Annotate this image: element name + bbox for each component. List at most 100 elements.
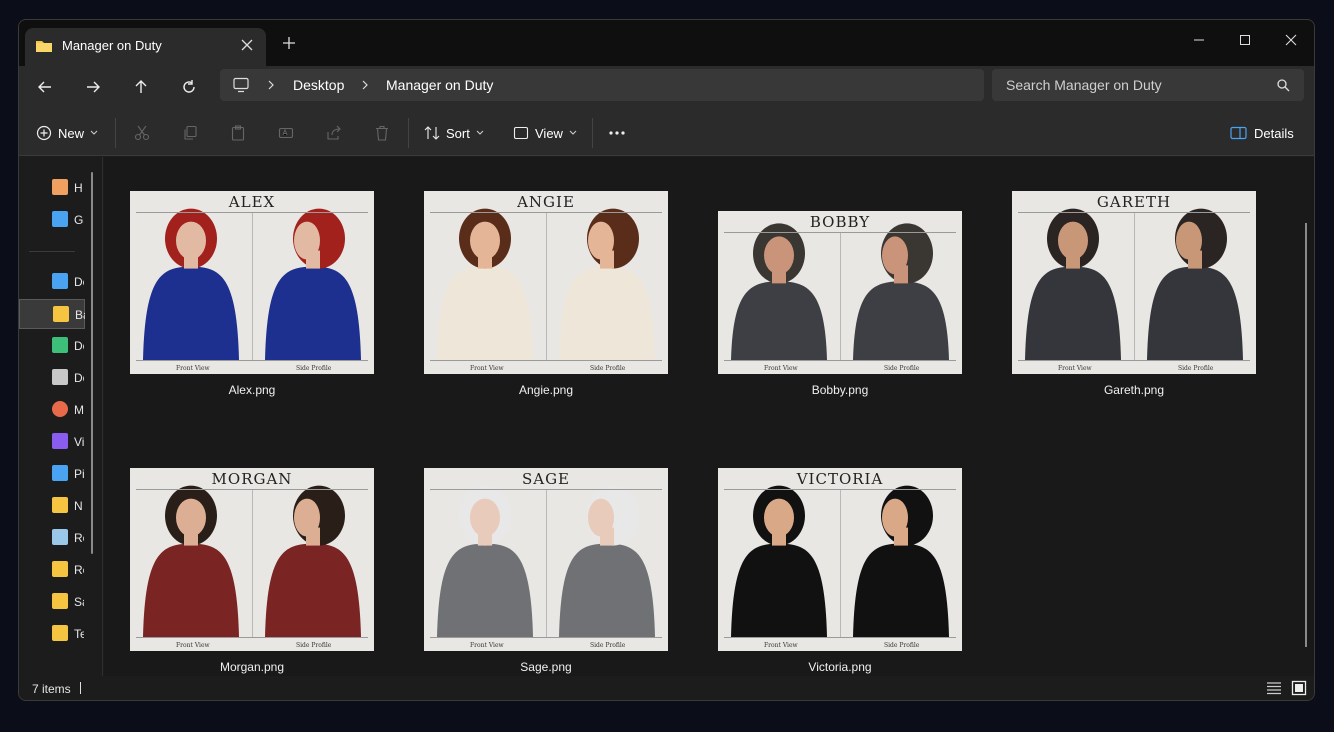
sidebar-item-label: Te (74, 627, 84, 641)
rename-icon (278, 127, 294, 139)
refresh-icon (183, 80, 195, 93)
thumbnail-title: SAGE (521, 470, 571, 488)
folder-icon (52, 625, 68, 641)
minimize-button[interactable] (1176, 25, 1222, 55)
side-profile-caption: Side Profile (590, 365, 626, 372)
forward-button[interactable] (78, 72, 108, 102)
file-thumbnail[interactable]: ALEX Front View Side Profile (130, 191, 374, 374)
sidebar-item[interactable]: H (19, 173, 85, 203)
toolbar-divider (592, 118, 593, 148)
more-options-button[interactable] (608, 122, 626, 144)
breadcrumb-manager-on-duty[interactable]: Manager on Duty (386, 77, 493, 93)
sidebar-item-label: Vi (74, 435, 84, 449)
sidebar-item[interactable]: Re (19, 523, 85, 553)
file-thumbnail[interactable]: BOBBY Front View Side Profile (718, 211, 962, 374)
panel-divider (840, 233, 841, 360)
caption-rule (136, 360, 368, 361)
content-scrollbar[interactable] (1305, 223, 1307, 647)
sidebar-item[interactable]: Vi (19, 427, 85, 457)
view-label: View (535, 125, 563, 141)
close-window-button[interactable] (1268, 25, 1314, 55)
file-name[interactable]: Sage.png (424, 660, 668, 674)
navigation-bar: Desktop Manager on Duty Search Manager o… (19, 66, 1314, 108)
videos-icon (52, 433, 68, 449)
home-icon (52, 179, 68, 195)
details-view-icon[interactable] (1266, 681, 1282, 695)
breadcrumb-desktop[interactable]: Desktop (293, 77, 344, 93)
file-name[interactable]: Bobby.png (718, 383, 962, 397)
search-placeholder: Search Manager on Duty (1006, 77, 1162, 93)
address-bar[interactable]: Desktop Manager on Duty (220, 69, 984, 101)
file-name[interactable]: Gareth.png (1012, 383, 1256, 397)
caption-rule (724, 637, 956, 638)
chevron-down-icon (476, 130, 484, 135)
refresh-button[interactable] (174, 72, 204, 102)
sidebar-item-label: Sa (74, 595, 84, 609)
details-button[interactable]: Details (1230, 122, 1294, 144)
new-button[interactable]: New (36, 122, 98, 144)
back-button[interactable] (30, 72, 60, 102)
thumbnail-title: MORGAN (211, 470, 293, 488)
file-name[interactable]: Victoria.png (718, 660, 962, 674)
up-button[interactable] (126, 72, 156, 102)
close-icon (1285, 34, 1297, 46)
sidebar-item[interactable]: Ba (19, 299, 85, 329)
search-input[interactable]: Search Manager on Duty (992, 69, 1304, 101)
caption-rule (1018, 360, 1250, 361)
sidebar-item[interactable]: Do (19, 331, 85, 361)
command-bar: New Sort View Details (19, 108, 1314, 156)
sidebar-item-label: N (74, 499, 83, 513)
file-name[interactable]: Morgan.png (130, 660, 374, 674)
sidebar-item[interactable]: De (19, 267, 85, 297)
minimize-icon (1194, 39, 1204, 41)
rename-button[interactable] (278, 122, 294, 144)
side-profile-caption: Side Profile (296, 642, 332, 649)
new-tab-icon[interactable] (280, 34, 298, 52)
sidebar-item[interactable]: Ga (19, 205, 85, 235)
folder-icon (52, 497, 68, 513)
sidebar-item[interactable]: Te (19, 619, 85, 649)
chevron-right-icon (268, 80, 274, 90)
file-thumbnail[interactable]: ANGIE Front View Side Profile (424, 191, 668, 374)
sort-button[interactable]: Sort (424, 122, 484, 144)
thumbnail-title: GARETH (1096, 193, 1172, 211)
file-thumbnail[interactable]: MORGAN Front View Side Profile (130, 468, 374, 651)
view-icon (513, 126, 529, 140)
file-thumbnail[interactable]: SAGE Front View Side Profile (424, 468, 668, 651)
paste-button[interactable] (230, 122, 246, 144)
sidebar-item[interactable]: M (19, 395, 85, 425)
share-icon (327, 125, 341, 140)
search-icon (1277, 79, 1290, 92)
caption-rule (430, 637, 662, 638)
file-name[interactable]: Angie.png (424, 383, 668, 397)
view-button[interactable]: View (513, 122, 577, 144)
side-profile-caption: Side Profile (590, 642, 626, 649)
sidebar-item[interactable]: N (19, 491, 85, 521)
share-button[interactable] (326, 122, 342, 144)
sidebar-item[interactable]: Sa (19, 587, 85, 617)
file-name[interactable]: Alex.png (130, 383, 374, 397)
sidebar-item[interactable]: Pi (19, 459, 85, 489)
copy-button[interactable] (182, 122, 198, 144)
cut-button[interactable] (134, 122, 150, 144)
pictures-icon (52, 465, 68, 481)
tab-title: Manager on Duty (62, 38, 162, 53)
paste-icon (231, 125, 245, 141)
sidebar-scrollbar[interactable] (91, 172, 93, 554)
file-explorer-window: Manager on Duty Desktop Manager on Duty … (18, 19, 1315, 701)
large-icons-view-icon[interactable] (1291, 680, 1307, 696)
close-tab-icon[interactable] (238, 36, 256, 54)
tab-manager-on-duty[interactable]: Manager on Duty (25, 28, 266, 66)
gallery-icon (52, 211, 68, 227)
sidebar-item[interactable]: Re (19, 555, 85, 585)
file-thumbnail[interactable]: GARETH Front View Side Profile (1012, 191, 1256, 374)
maximize-button[interactable] (1222, 25, 1268, 55)
side-profile-caption: Side Profile (884, 365, 920, 372)
delete-button[interactable] (374, 122, 390, 144)
panel-divider (1134, 213, 1135, 360)
recycle-bin-icon (52, 529, 68, 545)
sidebar-item[interactable]: Do (19, 363, 85, 393)
sidebar-item-label: De (74, 275, 84, 289)
folder-icon (52, 593, 68, 609)
file-thumbnail[interactable]: VICTORIA Front View Side Profile (718, 468, 962, 651)
